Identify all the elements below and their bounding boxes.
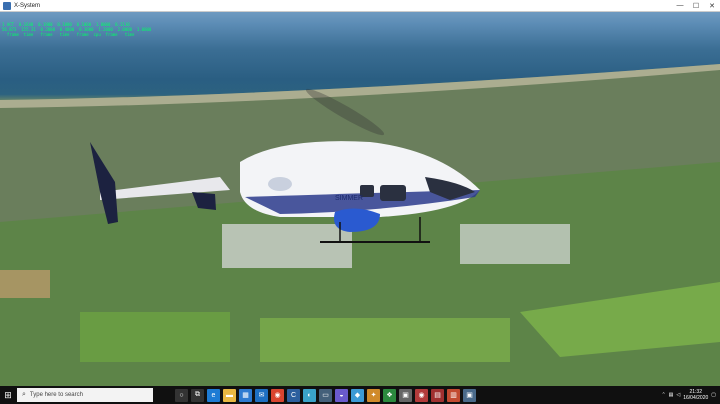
app-icon-9[interactable]: ◉ [415,388,428,402]
chevron-up-icon[interactable]: ⌃ [661,392,665,398]
app-icon-8[interactable]: ▣ [399,388,412,402]
simulator-viewport[interactable]: 1 ACT 0.1640 0.1900 0.1000 0.1000 1.0000… [0,12,720,386]
search-input[interactable]: Type here to search [30,392,83,398]
cortana-icon[interactable]: ○ [175,388,188,402]
hud-readout: 1 ACT 0.1640 0.1900 0.1000 0.1000 1.0000… [2,22,151,37]
app-icon-2[interactable]: ◐ [303,388,316,402]
app-icon-3[interactable]: ▭ [319,388,332,402]
app-icon-7[interactable]: ❖ [383,388,396,402]
clock-date: 16/04/2020 [683,395,709,401]
taskbar-search[interactable]: ⌕ Type here to search [17,388,153,402]
app-icon-11[interactable]: ▥ [447,388,460,402]
search-icon: ⌕ [22,391,26,398]
close-button[interactable]: ✕ [704,0,720,12]
taskbar-pinned-icons: ○ ⧉ e ▬ ▦ ✉ ◉ C ◐ ▭ ◒ ◆ ✦ ❖ ▣ ◉ ▤ ▥ ▣ [175,388,476,402]
minimize-button[interactable]: — [672,0,688,12]
app-icon-6[interactable]: ✦ [367,388,380,402]
taskbar: ⊞ ⌕ Type here to search ○ ⧉ e ▬ ▦ ✉ ◉ C ◐ ▭ ◒ ◆ ✦ ❖ ▣ ◉… [0,386,720,404]
store-icon[interactable]: ▦ [239,388,252,402]
notifications-icon[interactable]: ▢ [711,392,716,398]
app-icon-10[interactable]: ▤ [431,388,444,402]
mail-icon[interactable]: ✉ [255,388,268,402]
clock[interactable]: 21:32 16/04/2020 [683,389,708,401]
network-icon[interactable]: ▤ [669,392,674,398]
windows-icon[interactable]: ⊞ [0,386,16,404]
edge-icon[interactable]: e [207,388,220,402]
app-icon-1[interactable]: C [287,388,300,402]
file-explorer-icon[interactable]: ▬ [223,388,236,402]
helicopter: SIMMER [90,88,480,243]
task-view-icon[interactable]: ⧉ [191,388,204,402]
hud-line-3: frame time frame time frame cpu frame ti… [2,32,135,37]
system-tray: ⌃ ▤ ◁ 21:32 16/04/2020 ▢ [661,389,720,401]
volume-icon[interactable]: ◁ [676,392,680,398]
app-icon [3,1,11,10]
app-icon-4[interactable]: ◒ [335,388,348,402]
title-bar: X-System — ☐ ✕ [0,0,720,12]
window-title: X-System [14,2,41,9]
xplane-taskbar-icon[interactable]: ▣ [463,388,476,402]
chrome-icon[interactable]: ◉ [271,388,284,402]
maximize-button[interactable]: ☐ [688,0,704,12]
livery-text: SIMMER [335,195,363,202]
app-icon-5[interactable]: ◆ [351,388,364,402]
